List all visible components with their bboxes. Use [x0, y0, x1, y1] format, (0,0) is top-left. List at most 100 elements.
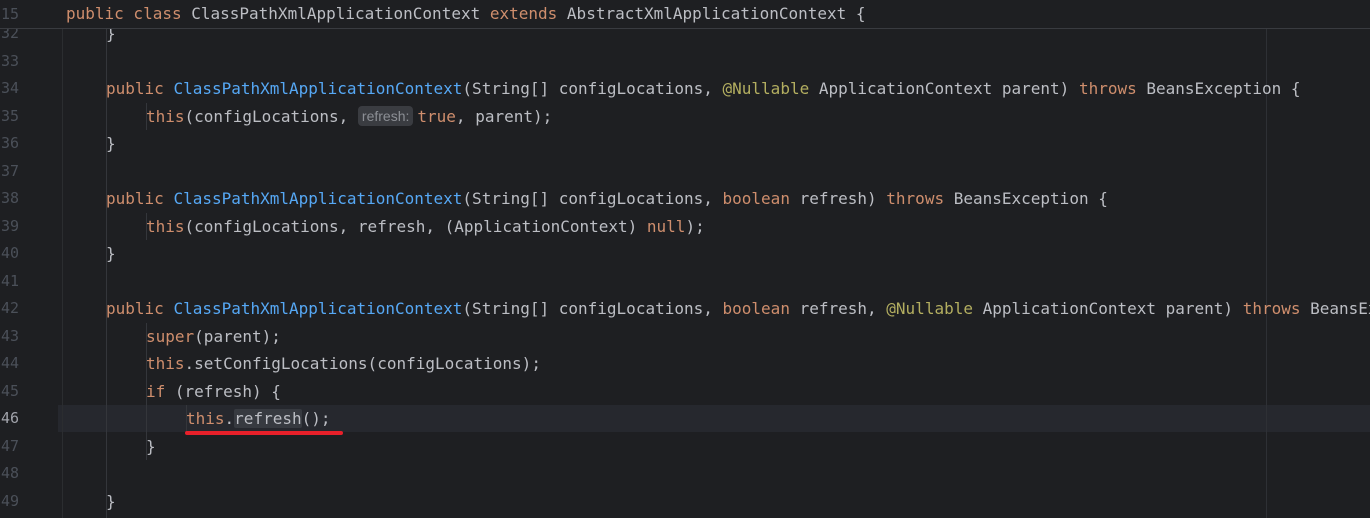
code-token: true	[417, 106, 456, 126]
code-line[interactable]: 49}	[0, 488, 1370, 515]
code-token: (parent);	[194, 326, 281, 346]
code-token: refresh)	[799, 189, 887, 208]
code-token: }	[106, 244, 116, 263]
code-token: ();	[301, 409, 331, 428]
code-text: public ClassPathXmlApplicationContext(St…	[106, 295, 1370, 322]
sticky-code-text: public class ClassPathXmlApplicationCont…	[66, 0, 866, 28]
code-text: if (refresh) {	[146, 378, 281, 405]
code-token: ClassPathXmlApplicationContext	[191, 4, 490, 23]
code-token: ClassPathXmlApplicationContext	[173, 189, 463, 208]
code-token: BeansException {	[953, 189, 1108, 208]
code-editor[interactable]: 15 public class ClassPathXmlApplicationC…	[0, 0, 1370, 518]
code-token: public class	[66, 4, 192, 23]
parameter-hint: refresh:	[357, 105, 414, 126]
code-token: , parent);	[455, 106, 553, 126]
code-token: public	[106, 79, 174, 98]
code-line[interactable]: 46 this.refresh();	[0, 405, 1370, 432]
code-token: throws	[1242, 299, 1311, 318]
code-token: ApplicationContext parent)	[982, 299, 1243, 318]
code-line[interactable]: 48	[0, 460, 1370, 487]
code-token: this	[146, 354, 185, 373]
code-token: this	[146, 216, 185, 236]
code-line[interactable]: 41	[0, 268, 1370, 295]
line-number: 44	[0, 354, 19, 372]
line-number: 47	[0, 436, 19, 455]
code-token: this	[146, 106, 185, 126]
code-token: throws	[1078, 79, 1147, 98]
line-number: 35	[0, 106, 19, 125]
code-token: AbstractXmlApplicationContext {	[566, 4, 866, 23]
code-token: throws	[886, 189, 954, 208]
code-token: extends	[489, 4, 567, 23]
code-text: this(configLocations, refresh: true, pare…	[146, 103, 552, 130]
code-token: (configLocations,	[184, 106, 358, 126]
line-number: 37	[0, 161, 19, 180]
line-number: 46	[0, 409, 19, 427]
code-line[interactable]: 33	[0, 48, 1370, 75]
code-token: public	[106, 299, 174, 318]
sticky-class-header[interactable]: 15 public class ClassPathXmlApplicationC…	[0, 0, 1370, 29]
code-line[interactable]: 47}	[0, 433, 1370, 460]
code-token: .setConfigLocations(configLocations);	[184, 354, 541, 373]
code-token: }	[106, 491, 116, 511]
code-line[interactable]: 35 this(configLocations, refresh: true, pa…	[0, 103, 1370, 130]
code-line[interactable]: 38 public ClassPathXmlApplicationContext(…	[0, 185, 1370, 212]
code-token: boolean	[722, 299, 800, 318]
code-text: }	[106, 130, 116, 157]
code-text: public ClassPathXmlApplicationContext(St…	[106, 75, 1301, 102]
code-line[interactable]: 37	[0, 158, 1370, 185]
line-number: 45	[0, 381, 19, 400]
code-text: }	[146, 433, 156, 460]
code-token: (String[] configLocations,	[462, 299, 723, 318]
line-number: 48	[0, 464, 19, 482]
sticky-line-number: 15	[0, 5, 19, 23]
code-token: );	[685, 216, 705, 236]
code-line[interactable]: 44 this.setConfigLocations(configLocation…	[0, 350, 1370, 377]
code-line[interactable]: 36}	[0, 130, 1370, 157]
code-token: (refresh) {	[174, 381, 281, 401]
code-line[interactable]: 42 public ClassPathXmlApplicationContext(…	[0, 295, 1370, 322]
code-token: this	[186, 409, 225, 428]
line-number: 34	[0, 79, 19, 97]
line-number: 38	[0, 189, 19, 207]
code-token: boolean	[722, 189, 800, 208]
code-token: }	[106, 134, 116, 153]
code-token: @Nullable	[722, 79, 819, 98]
code-text: public ClassPathXmlApplicationContext(St…	[106, 185, 1108, 212]
line-number: 39	[0, 216, 19, 235]
code-text: this(configLocations, refresh, (Applicat…	[146, 213, 705, 240]
code-token: ApplicationContext parent)	[818, 79, 1079, 98]
code-token: (configLocations, refresh, (ApplicationC…	[184, 216, 647, 236]
code-line[interactable]: 45 if (refresh) {	[0, 378, 1370, 405]
code-text: }	[106, 488, 116, 515]
code-token: }	[146, 436, 156, 456]
code-token: refresh,	[799, 299, 887, 318]
code-token: if	[146, 381, 175, 401]
code-line[interactable]: 39 this(configLocations, refresh, (Applic…	[0, 213, 1370, 240]
code-token: ClassPathXmlApplicationContext	[173, 299, 463, 318]
code-token: null	[646, 216, 686, 236]
code-text: this.refresh();	[186, 405, 331, 432]
code-token: (String[] configLocations,	[462, 189, 723, 208]
highlighted-method-call[interactable]: refresh	[234, 409, 302, 428]
code-token: @Nullable	[886, 299, 983, 318]
code-line[interactable]: 34 public ClassPathXmlApplicationContext(…	[0, 75, 1370, 102]
line-number: 33	[0, 51, 19, 70]
line-number: 43	[0, 326, 19, 345]
line-number: 42	[0, 299, 19, 317]
code-line[interactable]: 40}	[0, 240, 1370, 267]
code-token: BeansException {	[1146, 79, 1301, 98]
code-token: BeansException {	[1310, 299, 1370, 318]
gutter-divider	[62, 0, 63, 518]
line-number: 41	[0, 271, 19, 290]
line-number: 40	[0, 244, 19, 262]
code-token: .	[224, 409, 235, 428]
code-line[interactable]: 43 super(parent);	[0, 323, 1370, 350]
code-text: super(parent);	[146, 323, 281, 350]
code-text: this.setConfigLocations(configLocations)…	[146, 350, 541, 377]
code-token: super	[146, 326, 195, 346]
line-number: 49	[0, 491, 19, 510]
red-annotation-underline	[185, 431, 343, 435]
code-token: ClassPathXmlApplicationContext	[173, 79, 463, 98]
line-number: 36	[0, 134, 19, 152]
